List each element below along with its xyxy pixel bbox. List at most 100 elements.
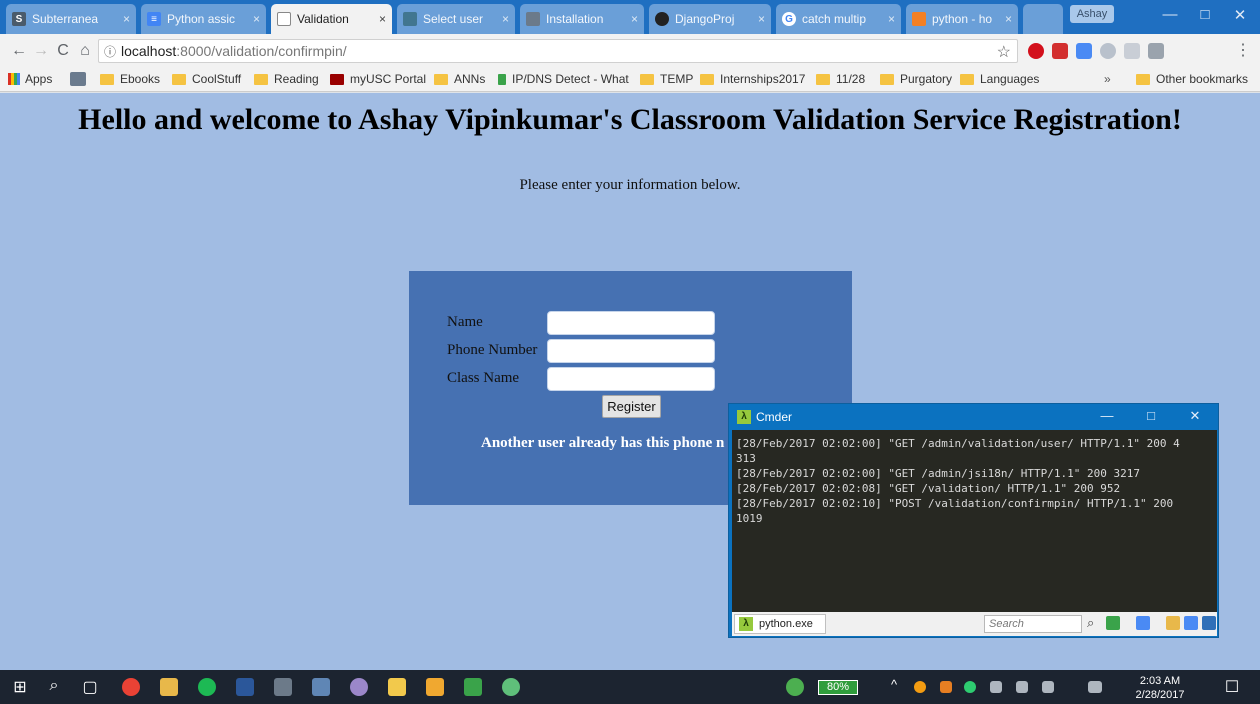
network-activity-icon[interactable] [786, 678, 804, 696]
volume-icon[interactable] [990, 681, 1002, 693]
new-console-icon[interactable] [1106, 616, 1120, 630]
keyboard-icon[interactable] [1088, 681, 1102, 693]
tab-validation[interactable]: Validation × [271, 4, 392, 34]
tab-title: Subterranea [32, 12, 99, 26]
reload-icon[interactable]: C [52, 40, 74, 62]
show-hidden-icons-chevron-icon[interactable]: ^ [884, 677, 904, 692]
cmder-taskbar-icon[interactable] [464, 678, 482, 696]
tray-app-icon[interactable] [914, 681, 926, 693]
bookmark-internships2017[interactable]: Internships2017 [700, 72, 805, 86]
tab-subterranea[interactable]: S Subterranea × [6, 4, 136, 34]
windows-start-icon[interactable]: ⊞ [10, 677, 30, 697]
tab-djangoproject[interactable]: DjangoProj × [649, 4, 771, 34]
layout-icon[interactable] [1184, 616, 1198, 630]
word-icon[interactable] [236, 678, 254, 696]
cmder-titlebar[interactable]: λ Cmder — □ ✕ [729, 404, 1218, 430]
app-icon[interactable] [312, 678, 330, 696]
globe-extension-icon[interactable] [1100, 43, 1116, 59]
opera-extension-icon[interactable] [1028, 43, 1044, 59]
file-app-icon[interactable] [160, 678, 178, 696]
bookmark-languages[interactable]: Languages [960, 72, 1039, 86]
bookmark-ebooks[interactable]: Ebooks [100, 72, 160, 86]
lambda-icon: λ [739, 617, 753, 631]
panes-icon[interactable] [1136, 616, 1150, 630]
chrome-icon[interactable] [122, 678, 140, 696]
red-extension-icon[interactable] [1052, 43, 1068, 59]
tab-close-icon[interactable]: × [631, 12, 638, 26]
spotify-icon[interactable] [198, 678, 216, 696]
wifi-icon[interactable] [1016, 681, 1028, 693]
search-icon[interactable]: ⌕ [44, 677, 64, 695]
tab-catch-multiple[interactable]: G catch multip × [776, 4, 901, 34]
gray-extension-icon[interactable] [1124, 43, 1140, 59]
file-explorer-icon[interactable] [388, 678, 406, 696]
address-bar[interactable]: ⓘ localhost :8000/validation/confirmpin/… [98, 39, 1018, 63]
search-icon[interactable]: ⌕ [1087, 615, 1094, 631]
bookmark-purgatory[interactable]: Purgatory [880, 72, 952, 86]
tab-close-icon[interactable]: × [888, 12, 895, 26]
action-icon[interactable] [1042, 681, 1054, 693]
class-name-field[interactable] [547, 367, 715, 391]
task-view-icon[interactable]: ▢ [80, 677, 100, 697]
register-button[interactable]: Register [602, 395, 661, 418]
tab-close-icon[interactable]: × [123, 12, 130, 26]
tab-close-icon[interactable]: × [502, 12, 509, 26]
name-field[interactable] [547, 311, 715, 335]
bookmark-reading[interactable]: Reading [254, 72, 319, 86]
bookmark-star-icon[interactable]: ☆ [997, 42, 1011, 62]
idea-icon[interactable] [426, 678, 444, 696]
w-extension-icon[interactable] [1148, 43, 1164, 59]
system-clock[interactable]: 2:03 AM 2/28/2017 [1130, 674, 1190, 702]
lock-icon[interactable] [1166, 616, 1180, 630]
bookmark-anns[interactable]: ANNs [434, 72, 485, 86]
tab-close-icon[interactable]: × [379, 12, 386, 26]
back-arrow-icon[interactable]: ← [8, 40, 30, 62]
tab-python-how[interactable]: python - ho × [906, 4, 1018, 34]
tab-close-icon[interactable]: × [1005, 12, 1012, 26]
app-icon[interactable] [502, 678, 520, 696]
blue-extension-icon[interactable] [1076, 43, 1092, 59]
maximize-icon[interactable]: □ [1190, 6, 1220, 23]
forward-arrow-icon[interactable]: → [30, 40, 52, 62]
phone-number-field[interactable] [547, 339, 715, 363]
console-output[interactable]: [28/Feb/2017 02:02:00] "GET /admin/valid… [732, 430, 1217, 612]
tab-close-icon[interactable]: × [253, 12, 260, 26]
battery-indicator[interactable]: 80% [818, 680, 858, 695]
tab-select-user[interactable]: Select user × [397, 4, 515, 34]
bookmark-ip-dns-detect[interactable]: IP/DNS Detect - What [498, 72, 629, 86]
stack-overflow-icon [912, 12, 926, 26]
tab-installation[interactable]: Installation × [520, 4, 644, 34]
bookmark-myusc-portal[interactable]: myUSC Portal [330, 72, 426, 86]
bookmark-temp[interactable]: TEMP [640, 72, 693, 86]
tab-python-assignment[interactable]: ≡ Python assic × [141, 4, 266, 34]
menu-icon[interactable] [1202, 616, 1216, 630]
menu-icon[interactable]: ⋮ [1232, 40, 1254, 62]
process-tab[interactable]: λ python.exe [734, 614, 826, 634]
new-tab-button[interactable] [1023, 4, 1063, 34]
tab-title: catch multip [802, 12, 867, 26]
tray-app-icon[interactable] [964, 681, 976, 693]
close-icon[interactable]: ✕ [1183, 408, 1207, 424]
tray-app-icon[interactable] [940, 681, 952, 693]
apps-shortcut[interactable]: Apps [8, 72, 52, 86]
profile-badge[interactable]: Ashay [1070, 5, 1114, 23]
docs-icon [526, 12, 540, 26]
home-icon[interactable]: ⌂ [74, 40, 96, 62]
bookmark-11-28[interactable]: 11/28 [816, 72, 865, 86]
site-info-icon[interactable]: ⓘ [99, 43, 121, 60]
minimize-icon[interactable]: — [1155, 6, 1185, 23]
tab-close-icon[interactable]: × [758, 12, 765, 26]
console-search-input[interactable]: Search [984, 615, 1082, 633]
eclipse-icon[interactable] [350, 678, 368, 696]
bookmarks-bar: Apps Ebooks CoolStuff Reading myUSC Port… [0, 68, 1260, 92]
bookmark-coolstuff[interactable]: CoolStuff [172, 72, 241, 86]
bookmarks-overflow-chevron-icon[interactable]: » [1104, 72, 1111, 86]
minimize-icon[interactable]: — [1095, 408, 1119, 423]
notification-icon[interactable]: ☐ [1222, 677, 1242, 697]
calculator-icon[interactable] [274, 678, 292, 696]
close-icon[interactable]: ✕ [1225, 6, 1255, 24]
maximize-icon[interactable]: □ [1139, 408, 1163, 423]
bookmark-other-bookmarks[interactable]: Other bookmarks [1136, 72, 1248, 86]
cmder-window[interactable]: λ Cmder — □ ✕ [28/Feb/2017 02:02:00] "GE… [728, 403, 1219, 638]
bookmark-image[interactable] [70, 72, 86, 86]
